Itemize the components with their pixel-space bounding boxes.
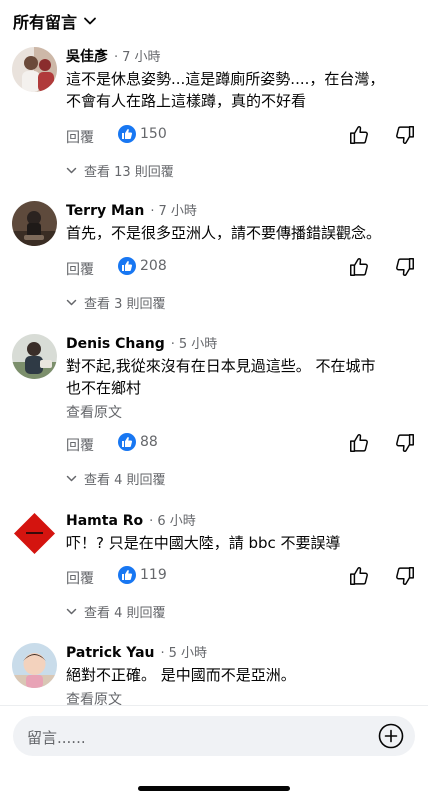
thumbs-up-icon[interactable] [348,256,370,278]
comment-composer: 留言...... [0,705,428,800]
reaction-count[interactable]: 150 [118,125,167,143]
comment-text-line: 首先，不是很多亞洲人，請不要傳播錯誤觀念。 [66,224,382,242]
reaction-count[interactable]: 208 [118,257,167,275]
separator-dot: · [149,514,154,529]
reaction-count[interactable]: 88 [118,433,158,451]
comment-time: 6 小時 [157,514,196,529]
chevron-down-icon [66,167,77,173]
separator-dot: · [114,50,119,65]
view-replies-label: 查看 3 則回覆 [84,296,166,312]
comment-text: 吓！? 只是在中國大陸，請 bbc 不要誤導 [66,532,418,554]
avatar[interactable] [12,511,57,556]
like-icon [118,257,136,275]
home-indicator [138,786,290,791]
comment-text: 對不起,我從來沒有在日本見過這些。 不在城市 也不在鄉村 [66,355,418,399]
thumbs-down-icon[interactable] [394,124,416,146]
like-count: 119 [140,567,167,583]
view-replies-button[interactable]: 查看 13 則回覆 [66,160,174,180]
comment-actions: 回覆 208 [66,256,416,280]
avatar[interactable] [12,334,57,379]
comment-text-line: 也不在鄉村 [66,379,142,397]
comment-actions: 回覆 119 [66,565,416,589]
view-replies-label: 查看 13 則回覆 [84,164,174,180]
comment-actions: 回覆 88 [66,432,416,456]
comment-text: 首先，不是很多亞洲人，請不要傳播錯誤觀念。 [66,222,418,244]
add-icon[interactable] [378,723,404,749]
separator-dot: · [160,646,165,661]
view-replies-button[interactable]: 查看 4 則回覆 [66,468,166,488]
reply-button[interactable]: 回覆 [66,127,94,147]
comment-time: 7 小時 [158,204,197,219]
avatar[interactable] [12,201,57,246]
like-count: 88 [140,434,158,450]
commenter-name[interactable]: Patrick Yau [66,645,154,661]
separator-dot: · [150,204,155,219]
view-replies-button[interactable]: 查看 4 則回覆 [66,601,166,621]
comment-text-line: 吓！? 只是在中國大陸，請 bbc 不要誤導 [66,534,341,552]
chevron-down-icon [84,17,96,25]
comment-time: 5 小時 [168,646,208,661]
like-count: 150 [140,126,167,142]
like-icon [118,125,136,143]
thumbs-up-icon[interactable] [348,124,370,146]
comment-text-line: 對不起,我從來沒有在日本見過這些。 不在城市 [66,357,376,375]
reply-button[interactable]: 回覆 [66,435,94,455]
like-count: 208 [140,258,167,274]
sort-label: 所有留言 [13,13,78,32]
reaction-count[interactable]: 119 [118,566,167,584]
see-original-button[interactable]: 查看原文 [66,402,418,422]
chevron-down-icon [66,608,77,614]
reply-button[interactable]: 回覆 [66,568,94,588]
avatar[interactable] [12,47,57,92]
view-replies-label: 查看 4 則回覆 [84,605,166,621]
thumbs-up-icon[interactable] [348,565,370,587]
separator-dot: · [170,337,175,352]
chevron-down-icon [66,299,77,305]
comment-input-placeholder: 留言...... [27,729,86,747]
comment-input[interactable]: 留言...... [13,716,415,756]
thumbs-up-icon[interactable] [348,432,370,454]
comment-time: 5 小時 [178,337,218,352]
view-replies-label: 查看 4 則回覆 [84,472,166,488]
chevron-down-icon [66,475,77,481]
comment-text-line: 絕對不正確。 是中國而不是亞洲。 [66,666,296,684]
comment-text-line: 不會有人在路上這樣蹲，真的不好看 [66,92,307,110]
comment-text: 這不是休息姿勢...這是蹲廁所姿勢....，在台灣， 不會有人在路上這樣蹲，真的… [66,68,418,112]
thumbs-down-icon[interactable] [394,565,416,587]
comments-header: 所有留言 [0,0,428,40]
commenter-name[interactable]: Denis Chang [66,336,165,352]
sort-comments-button[interactable]: 所有留言 [13,9,97,33]
like-icon [118,433,136,451]
comment-time: 7 小時 [122,50,161,65]
view-replies-button[interactable]: 查看 3 則回覆 [66,292,166,312]
comment-text: 絕對不正確。 是中國而不是亞洲。 [66,664,418,686]
thumbs-down-icon[interactable] [394,432,416,454]
commenter-name[interactable]: Terry Man [66,203,144,219]
comment-text-line: 這不是休息姿勢...這是蹲廁所姿勢....，在台灣， [66,70,385,88]
commenter-name[interactable]: 吳佳彥 [66,46,108,66]
reply-button[interactable]: 回覆 [66,259,94,279]
like-icon [118,566,136,584]
commenter-name[interactable]: Hamta Ro [66,513,143,529]
comment-actions: 回覆 150 [66,124,416,148]
thumbs-down-icon[interactable] [394,256,416,278]
avatar[interactable] [12,643,57,688]
